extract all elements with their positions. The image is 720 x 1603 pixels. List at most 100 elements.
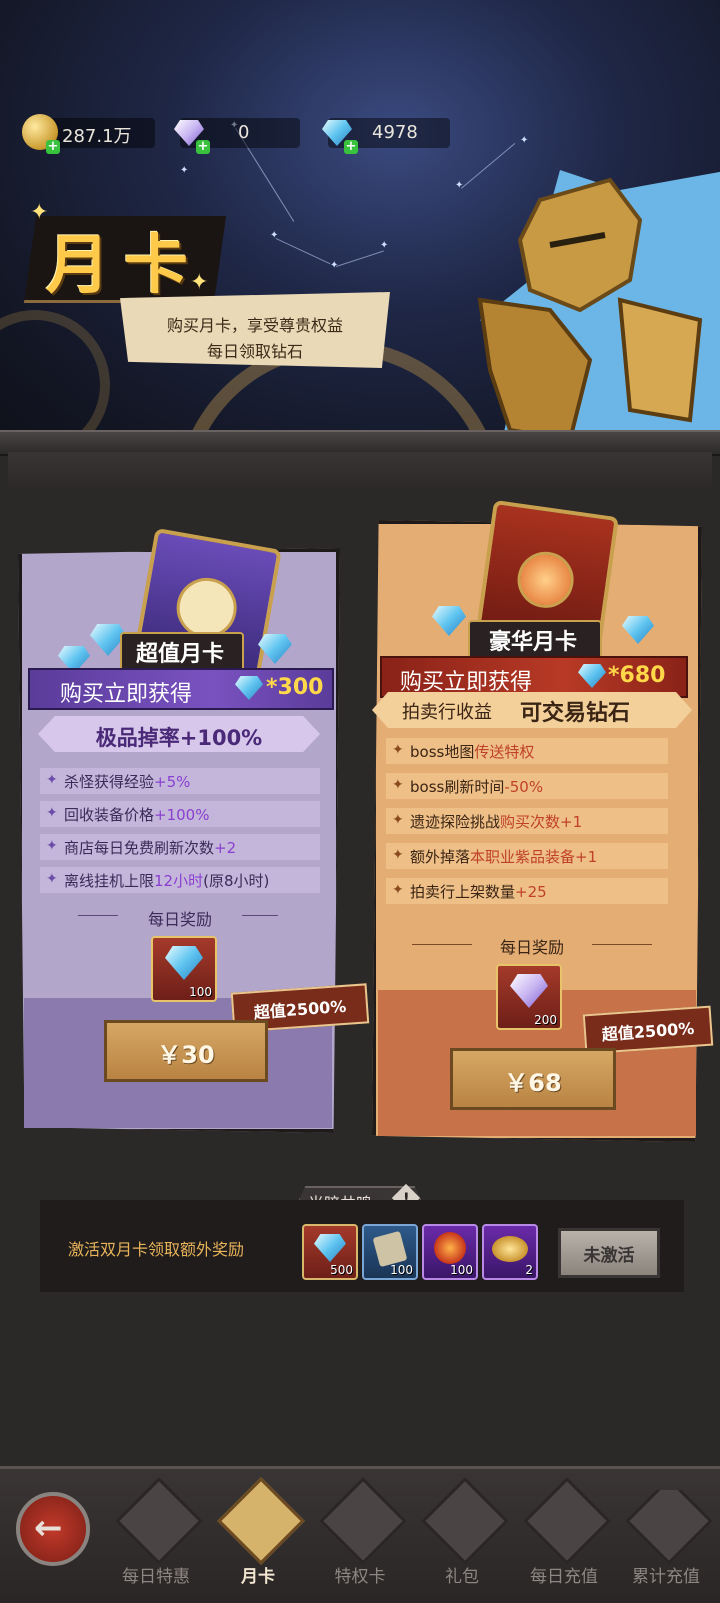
diamond-icon — [578, 664, 606, 688]
reward-amount: 100 — [189, 985, 212, 999]
benefit-row: ✦ 离线挂机上限12小时(原8小时) — [40, 867, 320, 893]
tab-label: 每日特惠 — [122, 1567, 190, 1587]
add-purple-diamond-icon[interactable]: + — [196, 140, 210, 154]
reward-amount: 100 — [390, 1263, 413, 1277]
highlight-text-a: 拍卖行收益 — [402, 702, 492, 723]
reward-amount: 200 — [534, 1013, 557, 1027]
benefit-bonus: 本职业紫品装备+1 — [470, 848, 598, 866]
reward-amount: 2 — [525, 1263, 533, 1277]
diamond-icon — [165, 946, 203, 980]
add-blue-diamond-icon[interactable]: + — [344, 140, 358, 154]
benefit-text: 杀怪获得经验 — [64, 773, 155, 791]
money-bag-icon — [523, 1477, 611, 1565]
dual-reward-item[interactable]: 100 — [362, 1224, 418, 1280]
dual-reward-item[interactable]: 100 — [422, 1224, 478, 1280]
monthly-card-icon — [217, 1477, 305, 1565]
benefit-bonus: +2 — [214, 839, 237, 857]
add-gold-icon[interactable]: + — [46, 140, 60, 154]
bullet-icon: ✦ — [46, 772, 58, 788]
value-monthly-card: 超值月卡 购买立即获得 *300 极品掉率+100% ✦ 杀怪获得经验+5% ✦… — [18, 527, 370, 1133]
star-icon: ✦ — [520, 135, 529, 146]
daily-reward-label: 每日奖励 — [118, 906, 242, 930]
daily-reward-item[interactable]: 100 — [151, 936, 217, 1002]
diamond-icon — [235, 676, 263, 700]
benefit-bonus: +5% — [154, 773, 191, 791]
buy-reward-row: 购买立即获得 *300 — [28, 668, 334, 710]
price-label: ￥68 — [504, 1069, 562, 1097]
purple-diamond-amount: 0 — [238, 122, 250, 143]
benefit-text: boss刷新时间 — [410, 778, 505, 796]
gold-currency[interactable]: + 287.1万 — [22, 114, 155, 154]
reward-amount: 100 — [450, 1263, 473, 1277]
bullet-icon: ✦ — [392, 777, 404, 793]
tab-gift-pack[interactable]: 礼包 — [412, 1477, 512, 1600]
buy-label: 购买立即获得 — [400, 670, 533, 695]
tab-label: 礼包 — [445, 1567, 479, 1587]
tab-label: 每日充值 — [530, 1567, 598, 1587]
tab-label: 月卡 — [241, 1567, 275, 1587]
banner-line-1: 购买月卡，享受尊贵权益 — [166, 316, 343, 335]
benefit-bonus: +25 — [515, 883, 547, 901]
dual-reward-item[interactable]: 2 — [482, 1224, 538, 1280]
benefit-row: ✦ 遗迹探险挑战购买次数+1 — [386, 808, 668, 834]
daily-reward-label: 每日奖励 — [472, 934, 592, 958]
gift-icon — [421, 1477, 509, 1565]
highlight-text-b: 可交易钻石 — [520, 701, 631, 726]
benefit-text: 商店每日免费刷新次数 — [64, 839, 215, 857]
tab-daily-recharge[interactable]: 每日充值 — [514, 1477, 614, 1600]
daily-reward-item[interactable]: 200 — [496, 964, 562, 1030]
benefit-row: ✦ 额外掉落本职业紫品装备+1 — [386, 843, 668, 869]
benefit-text: boss地图 — [410, 743, 475, 761]
banner-line-2: 每日领取钻石 — [206, 342, 303, 361]
dual-reward-item[interactable]: 500 — [302, 1224, 358, 1280]
privilege-card-icon — [319, 1477, 407, 1565]
tab-label: 累计充值 — [632, 1567, 700, 1587]
highlight-text: 极品掉率+100% — [95, 726, 263, 750]
deluxe-monthly-card: 豪华月卡 购买立即获得 *680 拍卖行收益 可交易钻石 ✦ boss地图传送特… — [372, 499, 714, 1142]
bullet-icon: ✦ — [392, 742, 404, 758]
tab-daily-deals[interactable]: 每日特惠 — [106, 1477, 206, 1600]
gold-amount: 287.1万 — [62, 126, 132, 147]
reward-amount: 500 — [330, 1263, 353, 1277]
benefit-row: ✦ 杀怪获得经验+5% — [40, 768, 320, 794]
panel-frame — [8, 452, 712, 490]
bullet-icon: ✦ — [392, 812, 404, 828]
status-label: 未激活 — [583, 1246, 635, 1266]
dual-card-text: 激活双月卡领取额外奖励 — [68, 1240, 245, 1259]
inactive-status-button[interactable]: 未激活 — [558, 1228, 660, 1278]
buy-reward-row: 购买立即获得 *680 — [380, 656, 688, 698]
card-name: 超值月卡 — [135, 642, 224, 667]
bullet-icon: ✦ — [392, 882, 404, 898]
buy-button-68[interactable]: ￥68 — [450, 1048, 616, 1110]
bullet-icon: ✦ — [46, 805, 58, 821]
benefit-row: ✦ boss刷新时间-50% — [386, 773, 668, 799]
benefit-bonus: -50% — [504, 778, 544, 796]
buy-amount: *680 — [608, 663, 666, 688]
gear-decoration — [0, 310, 110, 445]
benefit-bonus: 12小时 — [154, 872, 204, 890]
hero-character-image — [477, 170, 720, 445]
discount-bag-icon — [115, 1477, 203, 1565]
benefit-text: 遗迹探险挑战 — [410, 813, 501, 831]
purple-diamond-icon — [510, 974, 548, 1008]
benefit-row: ✦ 回收装备价格+100% — [40, 801, 320, 827]
back-button[interactable]: ← — [16, 1492, 90, 1566]
tab-cumulative-recharge[interactable]: 累计充值 — [616, 1490, 716, 1600]
buy-button-30[interactable]: ￥30 — [104, 1020, 268, 1082]
star-icon: ✦ — [380, 240, 389, 251]
bullet-icon: ✦ — [46, 871, 58, 887]
benefit-bonus: 购买次数+1 — [500, 813, 583, 831]
tab-privilege-card[interactable]: 特权卡 — [310, 1477, 410, 1600]
purple-diamond-currency[interactable]: + 0 — [174, 118, 300, 154]
bonus-tag-text: 超值2500% — [601, 1018, 695, 1045]
scroll-icon — [372, 1230, 408, 1268]
benefit-text: 回收装备价格 — [64, 806, 155, 824]
blue-diamond-currency[interactable]: + 4978 — [322, 118, 450, 154]
fire-orb-icon — [434, 1232, 466, 1264]
tab-cumulative-recharge-clip: 累计充值 — [616, 1490, 720, 1600]
buy-label: 购买立即获得 — [60, 682, 193, 707]
tab-monthly-card[interactable]: 月卡 — [208, 1477, 308, 1600]
benefit-bonus: 传送特权 — [474, 743, 535, 761]
gold-coins-icon — [492, 1236, 528, 1262]
page-title: 月卡 — [46, 228, 202, 303]
